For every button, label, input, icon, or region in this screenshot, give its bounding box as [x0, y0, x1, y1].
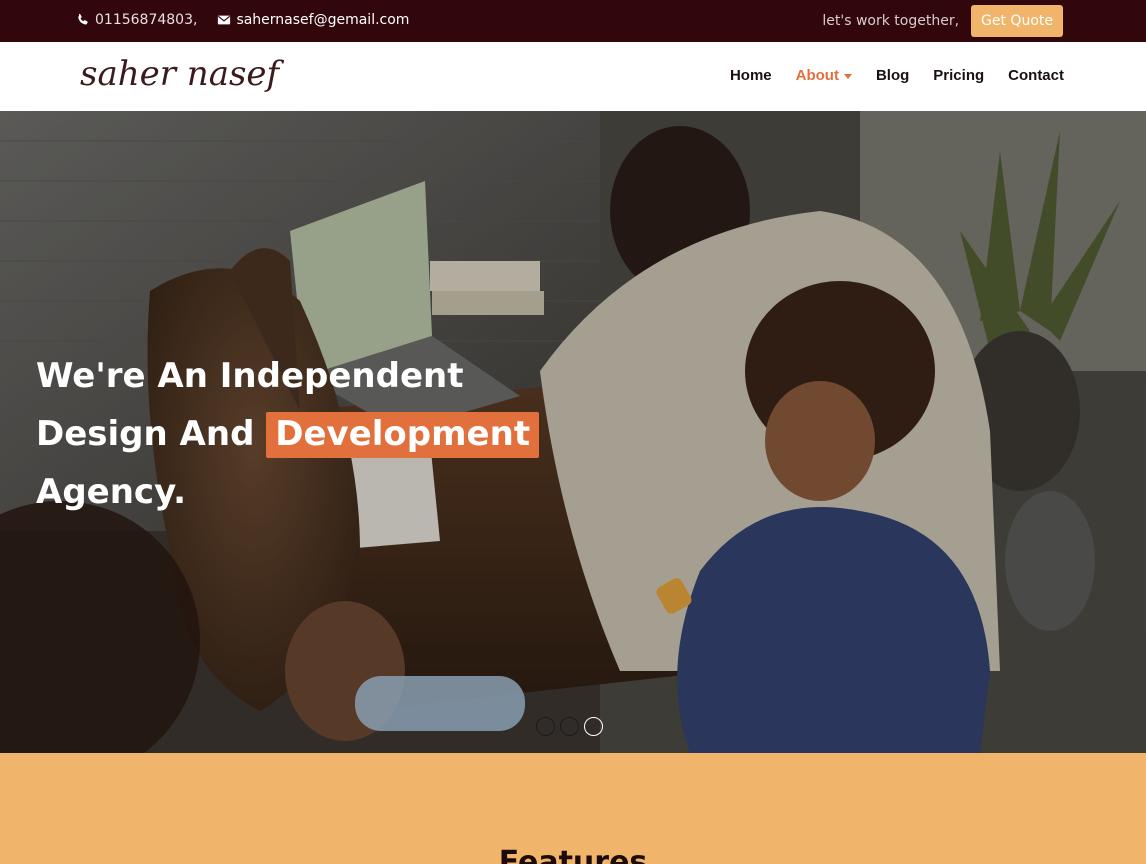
hero-line-2: Design And Development	[36, 405, 540, 463]
nav-about[interactable]: About	[796, 67, 852, 84]
features-section: Features	[0, 753, 1146, 864]
separator: ,	[192, 12, 198, 28]
nav-pricing-label: Pricing	[933, 67, 985, 84]
caret-down-icon	[843, 74, 852, 79]
slide-indicator-2[interactable]	[560, 717, 579, 736]
nav-about-label: About	[795, 67, 839, 84]
nav-contact-label: Contact	[1008, 67, 1064, 84]
email-link[interactable]: sahernasef@gemail.com	[236, 12, 409, 28]
contact-info: 01156874803 , sahernasef@gemail.com	[76, 12, 409, 28]
nav-contact[interactable]: Contact	[1008, 67, 1064, 84]
features-title: Features	[498, 845, 648, 864]
nav-pricing[interactable]: Pricing	[933, 67, 984, 84]
slide-indicator-1[interactable]	[536, 717, 555, 736]
get-quote-button[interactable]: Get Quote	[971, 5, 1063, 37]
hero-line-2-prefix: Design And	[36, 414, 255, 454]
slide-indicator-3[interactable]	[584, 717, 603, 736]
topbar-cta: let's work together, Get Quote	[822, 5, 1063, 37]
phone-icon	[78, 13, 88, 25]
main-nav: Home About Blog Pricing Contact	[706, 67, 1064, 84]
envelope-icon	[218, 15, 231, 25]
nav-home-label: Home	[729, 67, 772, 84]
phone-number[interactable]: 01156874803	[95, 12, 193, 28]
hero-line-1: We're An Independent	[36, 356, 464, 396]
logo[interactable]: saher nasef	[80, 54, 279, 94]
top-bar: 01156874803 , sahernasef@gemail.com let'…	[0, 0, 1146, 42]
hero-slider: We're An Independent Design And Developm…	[0, 111, 1146, 753]
nav-blog-label: Blog	[875, 67, 910, 84]
slider-indicators	[536, 717, 603, 736]
hero-line-3: Agency.	[36, 472, 187, 512]
nav-blog[interactable]: Blog	[876, 67, 909, 84]
site-header: saher nasef Home About Blog Pricing Cont…	[0, 42, 1146, 111]
hero-heading: We're An Independent Design And Developm…	[36, 347, 540, 521]
nav-home[interactable]: Home	[730, 67, 772, 84]
hero-highlight: Development	[266, 412, 540, 458]
tagline: let's work together,	[822, 13, 960, 29]
